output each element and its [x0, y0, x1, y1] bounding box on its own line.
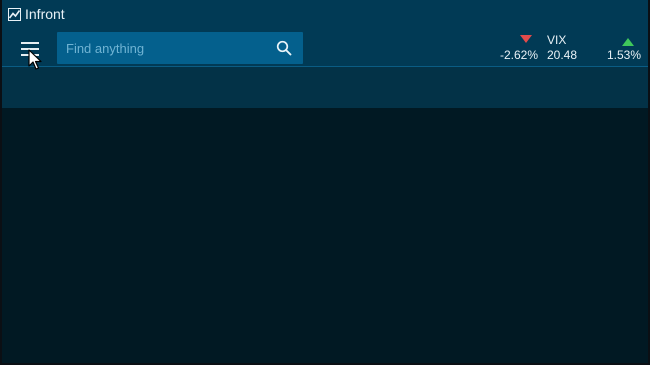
- app-window: Infront -2.62% VIX 20.48 1.53% E 1: [0, 0, 650, 365]
- ticker-name: VIX: [547, 33, 567, 47]
- ticker-item-2[interactable]: 1.53% E 1: [600, 33, 648, 63]
- main-content: [2, 108, 648, 363]
- ticker-change: 1.53%: [607, 48, 642, 62]
- title-bar: Infront: [2, 0, 648, 28]
- search-icon[interactable]: [276, 40, 292, 56]
- down-arrow-icon: [520, 35, 532, 43]
- ticker-item-vix[interactable]: -2.62% VIX 20.48: [492, 33, 592, 63]
- up-arrow-icon: [622, 38, 634, 46]
- search-box: [57, 32, 303, 64]
- ticker-value: 20.48: [547, 48, 578, 62]
- infront-logo-icon: [8, 7, 21, 21]
- brand-name: Infront: [25, 6, 65, 22]
- hamburger-menu-icon[interactable]: [16, 36, 44, 62]
- ticker-change: -2.62%: [500, 48, 539, 62]
- search-input[interactable]: [57, 32, 262, 64]
- sub-header-bar: [2, 67, 648, 108]
- brand: Infront: [8, 5, 65, 23]
